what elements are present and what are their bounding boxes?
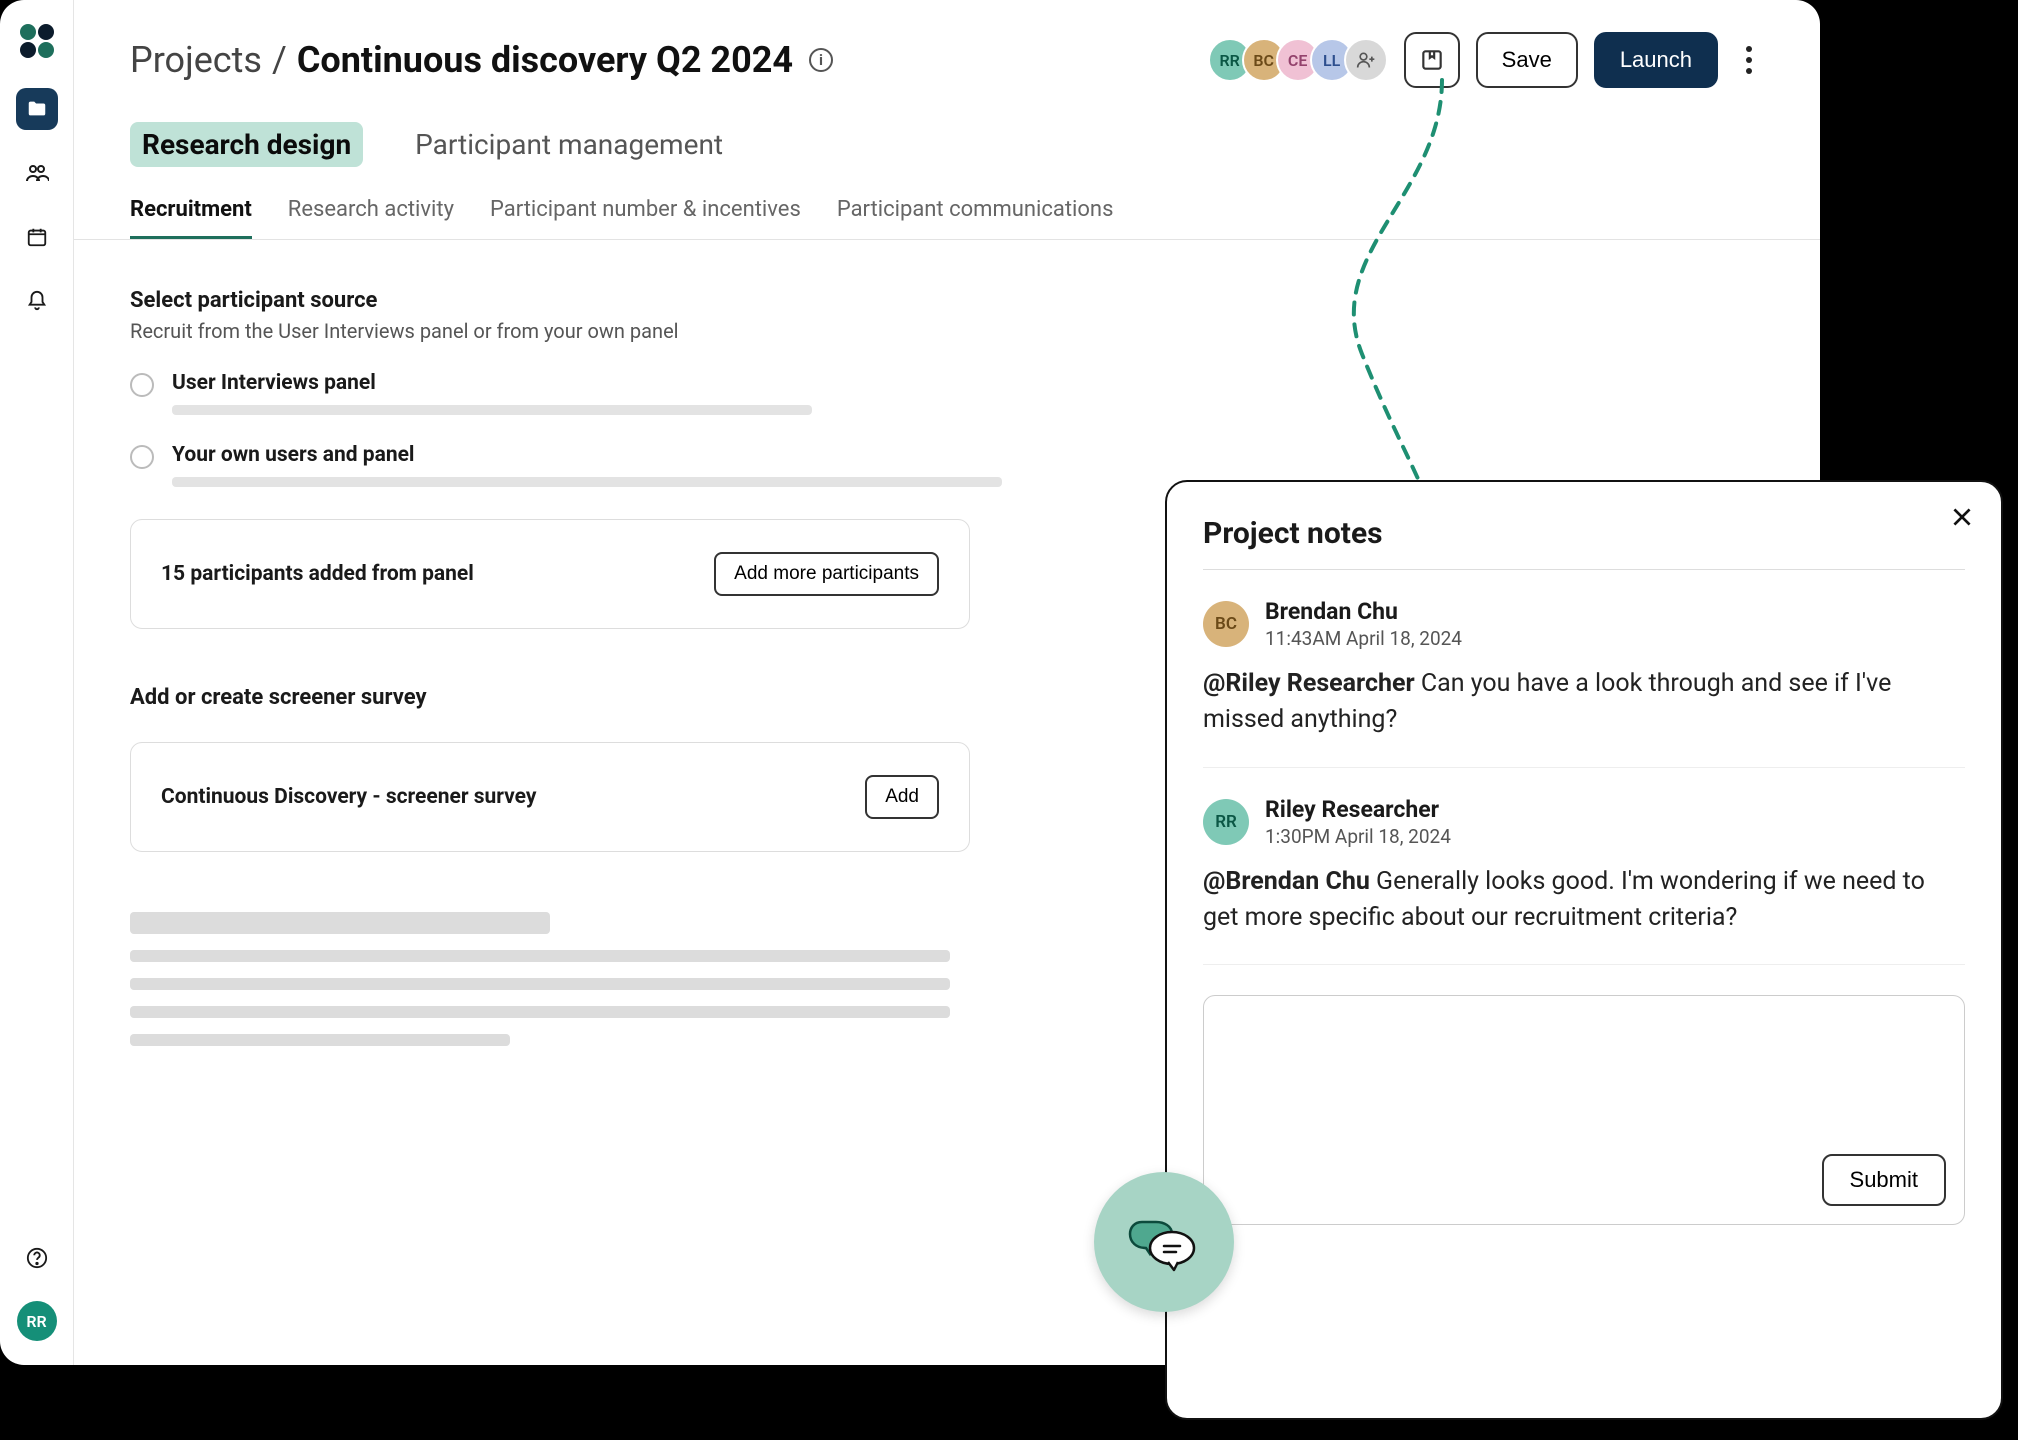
chat-fab[interactable] (1094, 1172, 1234, 1312)
submit-note-button[interactable]: Submit (1822, 1154, 1946, 1206)
sidebar-item-calendar[interactable] (16, 216, 58, 258)
note-timestamp: 11:43AM April 18, 2024 (1265, 627, 1462, 650)
add-screener-button[interactable]: Add (865, 775, 939, 819)
person-plus-icon (1356, 50, 1376, 70)
breadcrumb: Projects / Continuous discovery Q2 2024 … (130, 39, 833, 81)
sub-tab[interactable]: Research activity (288, 197, 454, 239)
sub-tabs: Recruitment Research activity Participant … (74, 197, 1820, 240)
close-icon (1949, 504, 1975, 530)
mention[interactable]: @Riley Researcher (1203, 669, 1415, 698)
tab-participant-management[interactable]: Participant management (403, 122, 735, 167)
header: Projects / Continuous discovery Q2 2024 … (130, 32, 1764, 88)
note-avatar: RR (1203, 799, 1249, 845)
sidebar: RR (0, 0, 74, 1365)
note-textarea[interactable] (1222, 1014, 1946, 1154)
sub-tab[interactable]: Recruitment (130, 197, 252, 239)
notes-list: BC Brendan Chu11:43AM April 18, 2024 @Rile… (1203, 570, 1965, 965)
note-body: @Riley Researcher Can you have a look th… (1203, 666, 1965, 739)
screener-card: Continuous Discovery - screener survey A… (130, 742, 970, 852)
note-item: BC Brendan Chu11:43AM April 18, 2024 @Rile… (1203, 570, 1965, 768)
folder-icon (26, 98, 48, 120)
save-button[interactable]: Save (1476, 32, 1578, 88)
people-icon (25, 161, 49, 185)
card-text: Continuous Discovery - screener survey (161, 785, 536, 809)
note-body: @Brendan Chu Generally looks good. I'm w… (1203, 864, 1965, 937)
section-title: Select participant source (130, 288, 1764, 313)
notes-button[interactable] (1404, 32, 1460, 88)
sidebar-item-help[interactable] (16, 1237, 58, 1279)
option-label: Your own users and panel (172, 443, 1764, 467)
note-timestamp: 1:30PM April 18, 2024 (1265, 825, 1451, 848)
sidebar-item-projects[interactable] (16, 88, 58, 130)
close-notes-button[interactable] (1949, 504, 1975, 538)
radio-icon[interactable] (130, 445, 154, 469)
mode-tabs: Research design Participant management (130, 122, 1764, 167)
note-author: Riley Researcher (1265, 796, 1451, 823)
calendar-icon (26, 226, 48, 248)
sub-tab[interactable]: Participant communications (837, 197, 1114, 239)
collaborator-avatars: RRBCCELL (1208, 38, 1388, 82)
tab-research-design[interactable]: Research design (130, 122, 363, 167)
note-avatar: BC (1203, 601, 1249, 647)
sidebar-user-avatar[interactable]: RR (17, 1301, 57, 1341)
info-icon[interactable]: i (809, 48, 833, 72)
help-icon (26, 1247, 48, 1269)
chat-bubbles-icon (1124, 1202, 1204, 1282)
note-input-box: Submit (1203, 995, 1965, 1225)
app-logo (20, 24, 54, 58)
add-collaborator-button[interactable] (1344, 38, 1388, 82)
project-notes-panel: Project notes BC Brendan Chu11:43AM April… (1165, 480, 2003, 1420)
add-more-participants-button[interactable]: Add more participants (714, 552, 939, 596)
more-menu-button[interactable] (1734, 46, 1764, 74)
breadcrumb-sep: / (272, 39, 287, 81)
option-label: User Interviews panel (172, 371, 1764, 395)
sidebar-item-notifications[interactable] (16, 280, 58, 322)
breadcrumb-current: Continuous discovery Q2 2024 (297, 39, 793, 81)
placeholder-line (172, 405, 812, 415)
radio-icon[interactable] (130, 373, 154, 397)
note-author: Brendan Chu (1265, 598, 1462, 625)
source-option-0[interactable]: User Interviews panel (130, 371, 1764, 415)
notes-title: Project notes (1203, 516, 1965, 570)
note-icon (1419, 47, 1445, 73)
card-text: 15 participants added from panel (161, 562, 474, 586)
bell-icon (26, 290, 48, 312)
note-item: RR Riley Researcher1:30PM April 18, 2024 @… (1203, 768, 1965, 966)
sub-tab[interactable]: Participant number & incentives (490, 197, 801, 239)
mention[interactable]: @Brendan Chu (1203, 867, 1370, 896)
placeholder-line (172, 477, 1002, 487)
sidebar-item-people[interactable] (16, 152, 58, 194)
section-desc: Recruit from the User Interviews panel o… (130, 319, 1764, 343)
launch-button[interactable]: Launch (1594, 32, 1718, 88)
breadcrumb-parent[interactable]: Projects (130, 39, 262, 81)
panel-participants-card: 15 participants added from panel Add mor… (130, 519, 970, 629)
